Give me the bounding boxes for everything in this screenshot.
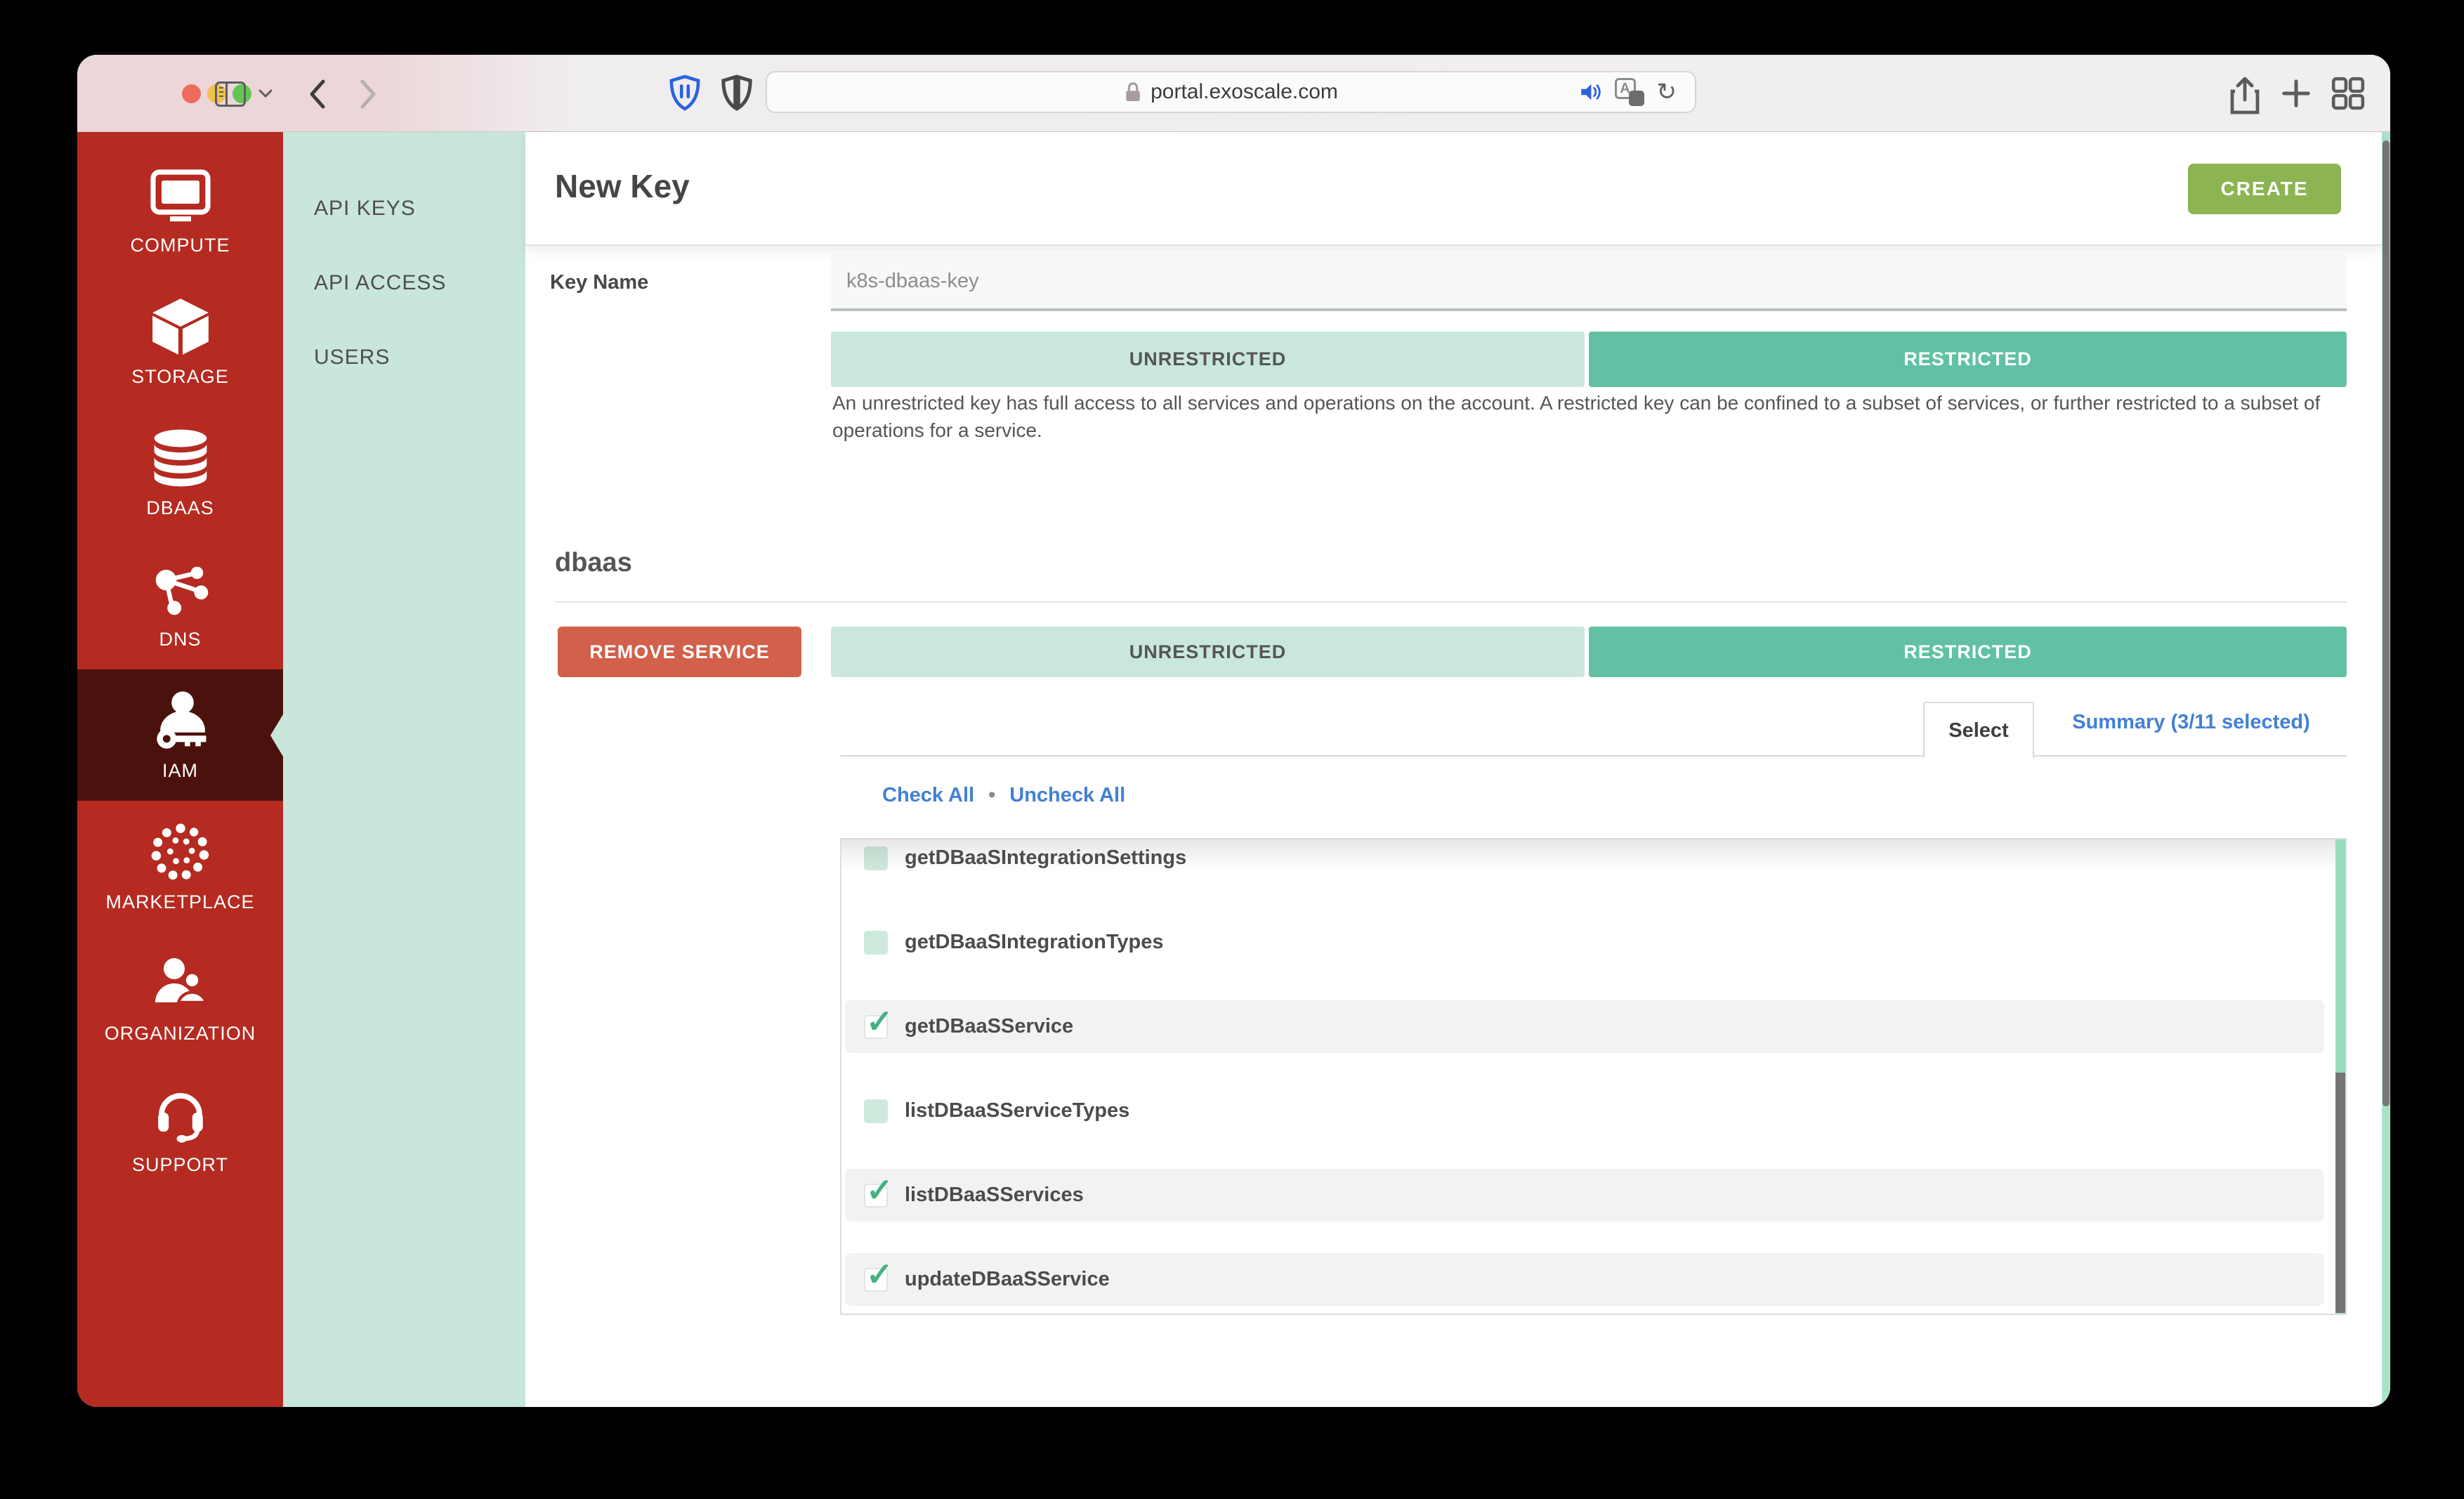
new-tab-plus-icon[interactable] [2280, 76, 2312, 111]
checkbox-checked-icon[interactable]: ✓ [864, 1184, 888, 1207]
operation-row[interactable]: ✓ updateDBaaSService [845, 1253, 2324, 1306]
service-unrestricted-option[interactable]: UNRESTRICTED [831, 627, 1585, 677]
back-arrow-icon[interactable] [306, 79, 327, 110]
operation-row[interactable]: listDBaaSServiceTypes [845, 1085, 2324, 1137]
list-scrollbar-track[interactable] [2335, 839, 2345, 1314]
forward-arrow-icon[interactable] [357, 79, 378, 110]
check-all-link[interactable]: Check All [882, 784, 974, 807]
restricted-option[interactable]: RESTRICTED [1589, 332, 2347, 387]
restriction-description: An unrestricted key has full access to a… [832, 389, 2350, 444]
uncheck-all-link[interactable]: Uncheck All [1009, 784, 1125, 807]
database-icon [152, 426, 209, 490]
url-text: portal.exoscale.com [1151, 80, 1338, 104]
operation-row[interactable]: ✓ listDBaaSServices [845, 1169, 2324, 1222]
service-restricted-option[interactable]: RESTRICTED [1589, 627, 2347, 677]
operations-list: getDBaaSIntegrationSettings getDBaaSInte… [840, 838, 2347, 1315]
cube-icon [148, 294, 213, 359]
address-bar[interactable]: portal.exoscale.com A ↻ [766, 71, 1696, 113]
operation-row[interactable]: ✓ getDBaaSService [845, 1000, 2324, 1053]
tab-underline [840, 755, 2347, 757]
link-separator: • [988, 784, 995, 807]
sidebar-item-support[interactable]: SUPPORT [77, 1063, 283, 1195]
service-restriction-toggle: UNRESTRICTED RESTRICTED [831, 627, 2347, 677]
checkbox-unchecked-icon[interactable] [864, 1099, 888, 1123]
people-icon [151, 951, 210, 1016]
translate-icon[interactable]: A [1615, 78, 1644, 106]
create-button[interactable]: CREATE [2188, 164, 2341, 214]
service-name-heading: dbaas [555, 548, 632, 578]
checkbox-checked-icon[interactable]: ✓ [864, 1015, 888, 1039]
headset-icon [151, 1082, 210, 1147]
list-scrollbar-thumb[interactable] [2335, 1073, 2345, 1313]
padlock-icon [1124, 80, 1142, 104]
sidebar-item-marketplace[interactable]: MARKETPLACE [77, 801, 283, 932]
subnav-item-users[interactable]: USERS [314, 343, 525, 372]
sidebar-toggle-icon[interactable] [215, 81, 246, 107]
page-title: New Key [555, 167, 690, 205]
key-name-input[interactable] [831, 254, 2347, 311]
page-body: COMPUTE STORAGE [77, 132, 2390, 1407]
browser-toolbar: portal.exoscale.com A ↻ [77, 55, 2390, 132]
tracking-shield-icon[interactable] [669, 73, 701, 112]
share-icon[interactable] [2228, 76, 2262, 115]
privacy-shield-icon[interactable] [721, 73, 753, 112]
user-key-icon [150, 688, 211, 753]
operation-row[interactable]: getDBaaSIntegrationTypes [845, 916, 2324, 969]
page-scrollbar-track[interactable] [2382, 132, 2390, 1407]
service-divider [555, 601, 2347, 603]
main-content: New Key CREATE Key Name UNRESTRICTED RES… [525, 132, 2390, 1407]
tab-select[interactable]: Select [1923, 702, 2034, 758]
dot-burst-icon [150, 820, 211, 884]
sidebar-item-organization[interactable]: ORGANIZATION [77, 932, 283, 1063]
operation-row[interactable]: getDBaaSIntegrationSettings [845, 838, 2324, 884]
network-nodes-icon [150, 557, 211, 622]
browser-window: portal.exoscale.com A ↻ [77, 55, 2390, 1407]
remove-service-button[interactable]: REMOVE SERVICE [558, 627, 801, 677]
key-restriction-toggle: UNRESTRICTED RESTRICTED [831, 332, 2347, 387]
page-header: New Key CREATE [525, 132, 2382, 246]
tab-overview-icon[interactable] [2331, 76, 2366, 111]
sidebar-item-dns[interactable]: DNS [77, 538, 283, 669]
page-scrollbar-thumb[interactable] [2383, 140, 2390, 1106]
close-window-button[interactable] [182, 84, 201, 103]
sidebar-item-compute[interactable]: COMPUTE [77, 144, 283, 275]
subnav-item-api-keys[interactable]: API KEYS [314, 194, 525, 223]
sidebar-item-dbaas[interactable]: DBAAS [77, 407, 283, 538]
sidebar-item-storage[interactable]: STORAGE [77, 275, 283, 407]
unrestricted-option[interactable]: UNRESTRICTED [831, 332, 1585, 387]
sidebar-item-iam[interactable]: IAM [77, 669, 283, 801]
desktop-background: portal.exoscale.com A ↻ [0, 0, 2464, 1499]
chevron-down-icon[interactable] [258, 89, 273, 98]
tab-summary[interactable]: Summary (3/11 selected) [2036, 711, 2347, 734]
checkbox-unchecked-icon[interactable] [864, 846, 888, 870]
checkbox-unchecked-icon[interactable] [864, 931, 888, 955]
checkbox-checked-icon[interactable]: ✓ [864, 1268, 888, 1292]
bulk-select-links: Check All • Uncheck All [882, 784, 1125, 807]
primary-sidebar: COMPUTE STORAGE [77, 132, 283, 1407]
audio-speaker-icon[interactable] [1578, 81, 1602, 103]
secondary-sidebar: API KEYS API ACCESS USERS [283, 132, 525, 1407]
subnav-item-api-access[interactable]: API ACCESS [314, 268, 525, 298]
monitor-icon [149, 163, 212, 228]
key-name-label: Key Name [550, 271, 648, 294]
reload-icon[interactable]: ↻ [1657, 78, 1677, 106]
